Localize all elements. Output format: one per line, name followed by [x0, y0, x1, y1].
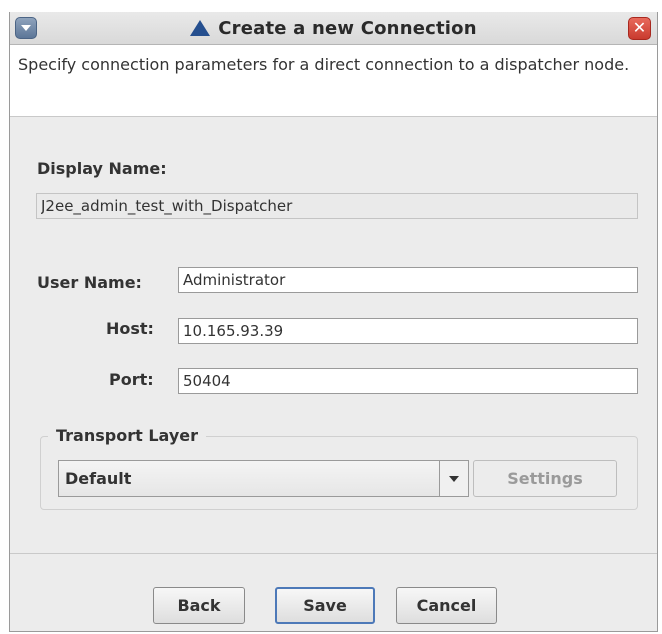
- chevron-down-icon[interactable]: [439, 461, 468, 496]
- close-button[interactable]: ✕: [628, 17, 651, 40]
- info-text: Specify connection parameters for a dire…: [10, 45, 657, 117]
- port-field[interactable]: [178, 368, 638, 394]
- create-connection-dialog: Create a new Connection ✕ Specify connec…: [9, 12, 658, 632]
- port-label: Port:: [109, 370, 154, 389]
- user-name-field[interactable]: [178, 267, 638, 293]
- transport-layer-select[interactable]: Default: [58, 460, 469, 497]
- settings-button[interactable]: Settings: [473, 460, 617, 497]
- user-name-label: User Name:: [37, 273, 142, 292]
- title-bar: Create a new Connection ✕: [10, 12, 657, 45]
- back-button[interactable]: Back: [153, 587, 245, 624]
- display-name-label: Display Name:: [37, 159, 167, 178]
- host-label: Host:: [106, 319, 154, 338]
- transport-layer-label: Transport Layer: [48, 426, 206, 445]
- window-title: Create a new Connection: [218, 18, 477, 39]
- app-triangle-icon: [190, 19, 211, 36]
- window-title-area: Create a new Connection: [10, 12, 657, 45]
- footer-divider: [10, 553, 657, 554]
- transport-layer-selected: Default: [65, 469, 132, 488]
- cancel-button[interactable]: Cancel: [396, 587, 497, 624]
- display-name-field[interactable]: [36, 193, 638, 219]
- save-button[interactable]: Save: [275, 587, 375, 624]
- host-field[interactable]: [178, 318, 638, 344]
